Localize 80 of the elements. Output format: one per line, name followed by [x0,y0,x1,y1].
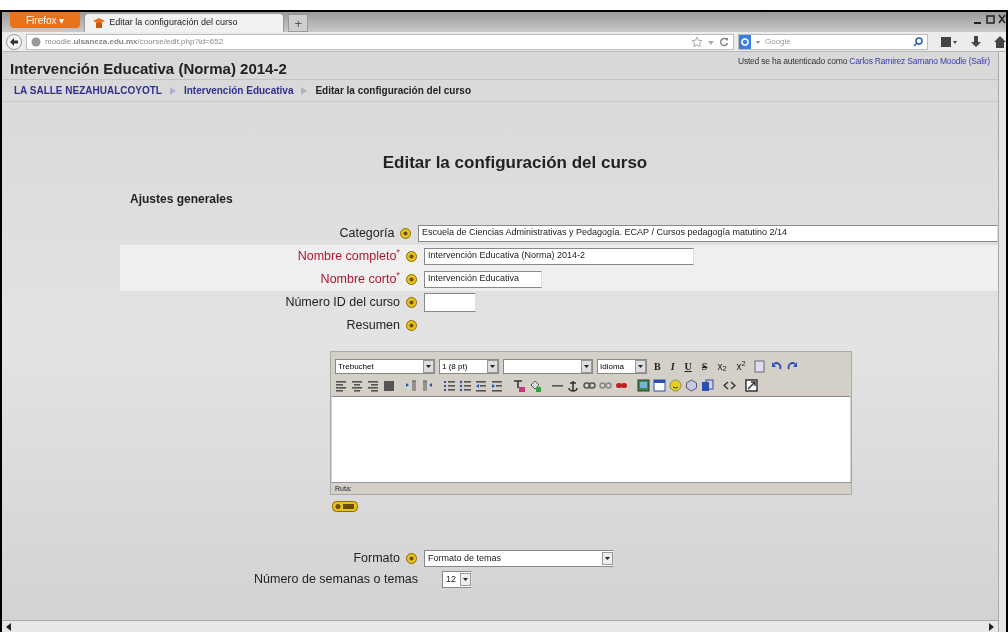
dropdown-field[interactable]: Formato de temas [424,550,614,567]
restore-icon[interactable] [985,12,997,26]
help-icon[interactable] [406,319,417,331]
field-label: Resumen [345,316,401,334]
page-heading: Editar la configuración del curso [381,152,649,174]
star-icon[interactable] [691,35,703,48]
justify-icon[interactable] [383,379,396,392]
input-field[interactable] [424,292,476,312]
address-field[interactable]: moodle.ulsaneza.edu.mx/course/edit.php?id=652 [26,33,734,50]
table-icon[interactable] [653,379,666,392]
anchor-icon[interactable] [567,379,580,392]
new-tab-button[interactable]: + [288,14,309,32]
field-label: Formato [352,550,401,568]
help-icon[interactable] [406,553,417,564]
breadcrumb-link[interactable]: Intervención Educativa [183,83,294,98]
search-replace-icon[interactable] [701,379,714,392]
fullscreen-icon[interactable] [745,379,758,392]
keyboard-help-icon[interactable] [332,500,358,512]
input-field[interactable]: Intervención Educativa (Norma) 2014-2 [424,247,694,265]
numbered-list-icon[interactable] [443,379,456,392]
input-field[interactable]: Intervención Educativa [424,270,542,288]
home-icon[interactable] [994,34,1006,49]
breadcrumb-arrow-icon [169,86,176,95]
search-placeholder: Google [765,35,791,48]
format-button[interactable]: I [667,361,678,372]
cube-icon[interactable] [685,379,698,392]
help-icon[interactable] [400,227,412,239]
breadcrumb-link[interactable]: LA SALLE NEZAHUALCOYOTL [14,83,162,98]
smiley-icon[interactable] [669,379,682,392]
input-field[interactable]: Escuela de Ciencias Administrativas y Pedagogía. ECAP / Cursos pedagogía matutino 2/14 [418,224,998,242]
user-link[interactable]: Carlos Ramirez Samano Moodle [849,56,967,66]
format-button[interactable]: U [681,361,695,372]
horizontal-scrollbar[interactable] [2,620,998,632]
align-center-icon[interactable] [351,379,364,392]
help-icon[interactable] [406,296,417,308]
code-icon[interactable] [723,379,736,392]
field-label: Nombre corto$^{*}$ [319,269,401,288]
reload-icon[interactable] [719,35,729,48]
link-icon[interactable] [583,379,596,392]
vertical-scrollbar[interactable] [998,52,1006,632]
breadcrumb-arrow-icon [301,86,308,95]
logout-link[interactable]: (Salir) [968,56,990,66]
text-color-icon[interactable] [513,379,526,392]
dropdown-field[interactable]: 12 [442,571,472,588]
browser-tab[interactable]: Editar la configuración del curso [84,13,285,32]
dropdown-field[interactable]: 1 (8 pt) [439,359,499,374]
image-icon[interactable] [637,379,650,392]
url-text: moodle.ulsaneza.edu.mx/course/edit.php?id=652 [45,35,224,48]
field-label: Número ID del curso [284,293,401,311]
format-button[interactable]: S [698,361,711,372]
course-title: Intervención Educativa (Norma) 2014-2 [10,59,287,80]
dropdown-field[interactable]: Idioma [597,359,647,374]
left-to-right-icon[interactable] [405,379,418,392]
format-button[interactable]: x$^{2}$ [733,361,749,372]
bookmarks-icon[interactable] [940,35,958,48]
field-label: Número de semanas o temas [253,571,419,589]
format-button[interactable]: B [651,361,664,372]
help-icon[interactable] [406,250,417,262]
align-right-icon[interactable] [367,379,380,392]
field-label: Nombre completo$^{*}$ [296,246,401,265]
field-label: Categoría [338,224,396,242]
scroll-left-arrow-icon[interactable] [6,622,12,631]
right-to-left-icon[interactable] [421,379,434,392]
scroll-right-arrow-icon[interactable] [988,622,994,631]
dropdown-field[interactable]: Trebuchet [335,359,435,374]
close-icon[interactable] [998,12,1006,26]
help-icon[interactable] [406,273,417,285]
download-arrow-icon[interactable] [970,34,982,49]
background-color-icon[interactable] [529,379,542,392]
dropdown-field[interactable] [503,359,593,374]
search-icon[interactable] [913,36,923,47]
breadcrumb-current: Editar la configuración del curso [315,84,472,98]
login-info: Usted se ha autenticado como Carlos Ramirez Samano Moodle (Salir) [737,55,990,68]
align-left-icon[interactable] [335,379,348,392]
graduation-cap-icon [93,18,106,28]
indent-icon[interactable] [491,379,504,392]
bullet-list-icon[interactable] [459,379,472,392]
format-button[interactable]: x$_{2}$ [714,361,730,372]
outdent-icon[interactable] [475,379,488,392]
section-legend: Ajustes generales [130,189,998,208]
